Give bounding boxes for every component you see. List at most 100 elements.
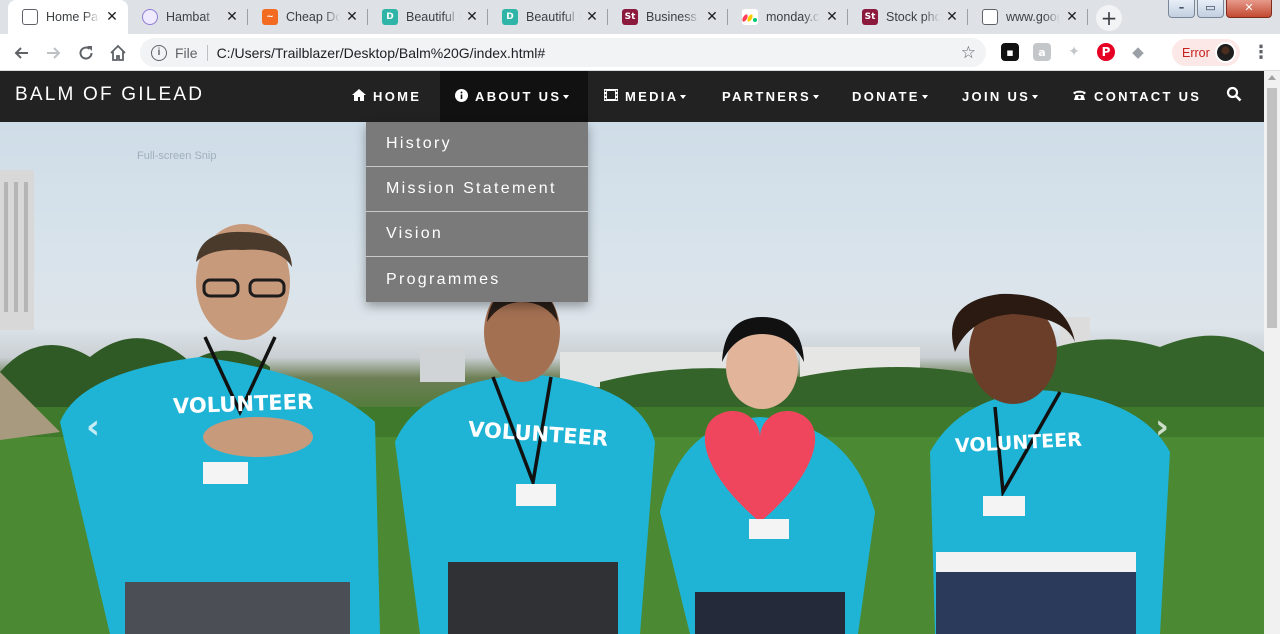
nav-join-us[interactable]: JOIN US: [962, 71, 1039, 122]
extension-icon[interactable]: ▪: [1001, 43, 1019, 61]
new-tab-button[interactable]: +: [1096, 5, 1122, 31]
d-icon: D: [502, 9, 518, 25]
minimize-button[interactable]: –: [1168, 0, 1195, 18]
monday-icon: [742, 9, 758, 25]
page-scrollbar[interactable]: [1264, 71, 1280, 634]
tab-title: Beautiful Dashboards: [526, 10, 580, 24]
caret-down-icon: [1032, 94, 1039, 99]
tab-close-icon[interactable]: ✕: [704, 9, 720, 25]
caret-down-icon: [921, 94, 928, 99]
tab-title: Business Plan: [646, 10, 700, 24]
search-icon[interactable]: [1226, 86, 1246, 106]
caret-down-icon: [812, 94, 819, 99]
tab-close-icon[interactable]: ✕: [104, 9, 120, 25]
browser-tab[interactable]: www.google.com ✕: [968, 0, 1088, 34]
page-icon: [22, 9, 38, 25]
window-controls: – ▭ ✕: [1168, 0, 1272, 18]
website-viewport: BALM OF GILEAD HOME ABOUT US MEDIA PARTN…: [0, 71, 1264, 634]
nav-label: DONATE: [852, 89, 920, 104]
tab-close-icon[interactable]: ✕: [584, 9, 600, 25]
reload-icon[interactable]: [74, 41, 98, 65]
site-brand[interactable]: BALM OF GILEAD: [15, 84, 204, 106]
tab-title: Hambat: [166, 10, 210, 24]
st-icon: St: [622, 9, 638, 25]
forward-arrow-icon[interactable]: [42, 41, 66, 65]
nav-label: ABOUT US: [475, 89, 562, 104]
page-icon: [982, 9, 998, 25]
lock-extension-icon[interactable]: a: [1033, 43, 1051, 61]
tab-title: monday.com: [766, 10, 820, 24]
tab-close-icon[interactable]: ✕: [1064, 9, 1080, 25]
nav-home[interactable]: HOME: [340, 71, 433, 122]
site-navbar: BALM OF GILEAD HOME ABOUT US MEDIA PARTN…: [0, 71, 1264, 122]
caret-down-icon: [563, 94, 570, 99]
scrollbar-thumb[interactable]: [1267, 88, 1277, 328]
shirt-text: VOLUNTEER: [172, 389, 314, 419]
browser-tab-strip: Home Page ✕ Hambat ✕ ~ Cheap Domains ✕ D…: [0, 0, 1280, 34]
browser-tab[interactable]: Home Page ✕: [8, 0, 128, 34]
tab-close-icon[interactable]: ✕: [344, 9, 360, 25]
address-separator: [206, 44, 208, 61]
layers-extension-icon[interactable]: ◆: [1129, 43, 1147, 61]
tab-title: Home Page: [46, 10, 100, 24]
snip-overlay-text: Full-screen Snip: [137, 150, 217, 162]
tab-close-icon[interactable]: ✕: [224, 9, 240, 25]
browser-tab[interactable]: St Stock photos ✕: [848, 0, 968, 34]
address-bar[interactable]: i File C:/Users/Trailblazer/Desktop/Balm…: [140, 38, 986, 67]
nav-media[interactable]: MEDIA: [604, 71, 687, 122]
film-icon: [604, 89, 618, 104]
tab-close-icon[interactable]: ✕: [464, 9, 480, 25]
scroll-up-arrow-icon[interactable]: [1268, 75, 1276, 80]
tab-title: Stock photos: [886, 10, 940, 24]
bookmark-star-icon[interactable]: ☆: [961, 43, 976, 63]
hambat-icon: [142, 9, 158, 25]
tab-close-icon[interactable]: ✕: [824, 9, 840, 25]
browser-tab[interactable]: St Business Plan ✕: [608, 0, 728, 34]
menu-kebab-icon[interactable]: ⋮: [1252, 42, 1270, 63]
nav-donate[interactable]: DONATE: [852, 71, 928, 122]
browser-toolbar: i File C:/Users/Trailblazer/Desktop/Balm…: [0, 34, 1280, 71]
tab-close-icon[interactable]: ✕: [944, 9, 960, 25]
nav-partners[interactable]: PARTNERS: [722, 71, 819, 122]
nav-about-us[interactable]: ABOUT US: [440, 71, 588, 122]
maximize-button[interactable]: ▭: [1197, 0, 1224, 18]
browser-tab[interactable]: D Beautiful Dashboards ✕: [488, 0, 608, 34]
hero-image: [0, 170, 1264, 634]
browser-tab[interactable]: D Beautiful Dashboards ✕: [368, 0, 488, 34]
pinterest-icon[interactable]: P: [1097, 43, 1115, 61]
home-icon: [352, 89, 366, 104]
address-url[interactable]: C:/Users/Trailblazer/Desktop/Balm%20G/in…: [217, 45, 961, 61]
puzzle-extension-icon[interactable]: ✦: [1065, 43, 1083, 61]
profile-status: Error: [1182, 45, 1210, 60]
nav-contact-us[interactable]: CONTACT US: [1072, 71, 1201, 122]
tab-title: Cheap Domains: [286, 10, 340, 24]
dropdown-item-history[interactable]: History: [366, 122, 588, 167]
tab-title: Beautiful Dashboards: [406, 10, 460, 24]
profile-error-button[interactable]: Error: [1172, 39, 1240, 66]
st-icon: St: [862, 9, 878, 25]
info-icon[interactable]: i: [151, 44, 167, 61]
about-us-dropdown: History Mission Statement Vision Program…: [366, 122, 588, 302]
phone-icon: [1072, 89, 1087, 104]
home-browser-icon[interactable]: [106, 41, 130, 65]
dropdown-item-vision[interactable]: Vision: [366, 212, 588, 257]
hero-carousel: VOLUNTEER VOLUNTEER VOLUNTEER Full-scree…: [0, 122, 1264, 634]
info-icon: [455, 88, 468, 105]
caret-down-icon: [680, 94, 687, 99]
carousel-next-icon[interactable]: ›: [1155, 407, 1169, 447]
back-arrow-icon[interactable]: [9, 41, 33, 65]
close-window-button[interactable]: ✕: [1226, 0, 1272, 18]
carousel-prev-icon[interactable]: ‹: [86, 407, 100, 447]
nav-label: PARTNERS: [722, 89, 811, 104]
nav-label: CONTACT US: [1094, 89, 1202, 104]
browser-tab[interactable]: ~ Cheap Domains ✕: [248, 0, 368, 34]
dropdown-item-mission-statement[interactable]: Mission Statement: [366, 167, 588, 212]
nav-label: MEDIA: [625, 89, 679, 104]
browser-tab[interactable]: monday.com ✕: [728, 0, 848, 34]
dropdown-item-programmes[interactable]: Programmes: [366, 257, 588, 302]
tab-title: www.google.com: [1006, 10, 1060, 24]
browser-tab[interactable]: Hambat ✕: [128, 0, 248, 34]
nav-label: JOIN US: [962, 89, 1031, 104]
nav-label: HOME: [373, 89, 422, 104]
cheap-domains-icon: ~: [262, 9, 278, 25]
